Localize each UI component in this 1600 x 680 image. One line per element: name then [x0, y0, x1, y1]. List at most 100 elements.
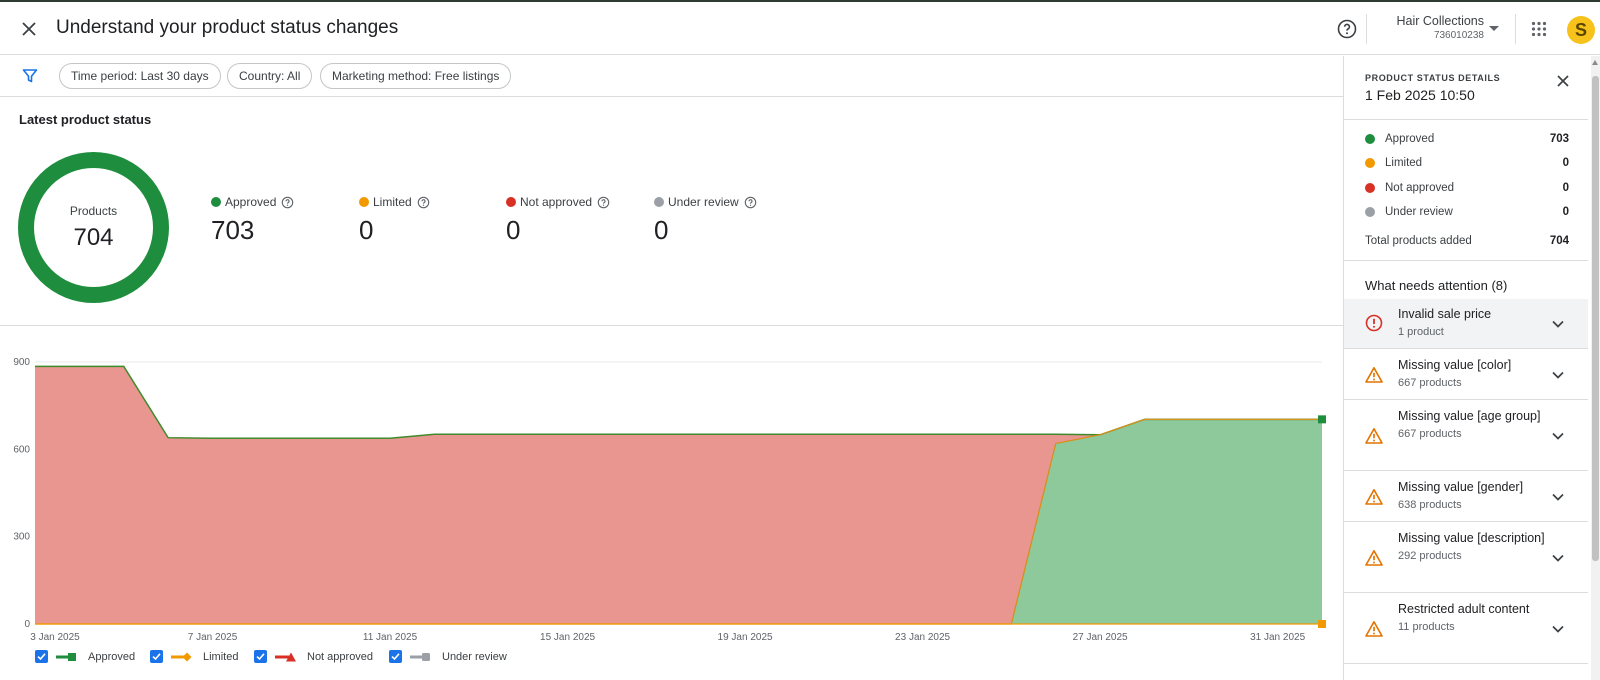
help-icon[interactable]: [744, 196, 757, 209]
status-history-chart: 0 300 600 900 3 Jan 2025 7 Jan 2025 11 Jan 202…: [0, 340, 1343, 640]
checkbox-icon[interactable]: [35, 650, 48, 663]
help-icon[interactable]: [1336, 18, 1358, 40]
checkbox-icon[interactable]: [389, 650, 402, 663]
y-tick-label: 0: [24, 619, 30, 630]
chevron-down-icon[interactable]: [1551, 368, 1565, 382]
legend-item-limited[interactable]: Limited: [150, 650, 238, 663]
header-divider: [1366, 14, 1367, 44]
panel-date: 1 Feb 2025 10:50: [1365, 87, 1475, 103]
filter-bar: Time period: Last 30 days Country: All M…: [0, 56, 1343, 97]
legend-label: Approved: [88, 650, 136, 663]
attention-title: What needs attention (8): [1365, 278, 1508, 293]
chart-svg: 0 300 600 900 3 Jan 2025 7 Jan 2025 11 Jan 202…: [13, 357, 1326, 640]
issue-title: Missing value [description]: [1398, 531, 1545, 545]
x-tick-label: 11 Jan 2025: [363, 632, 418, 640]
filter-icon[interactable]: [22, 68, 38, 84]
issue-count: 292 products: [1398, 550, 1462, 562]
stat-label: Under review: [668, 195, 739, 209]
panel-total: Total products added 704: [1365, 232, 1569, 250]
issue-missing-gender[interactable]: Missing value [gender] 638 products: [1344, 472, 1588, 522]
x-tick-label: 27 Jan 2025: [1073, 632, 1128, 640]
legend-item-not-approved[interactable]: Not approved: [254, 650, 373, 663]
caret-down-icon[interactable]: [1489, 26, 1499, 31]
filter-chip-time-period[interactable]: Time period: Last 30 days: [59, 63, 221, 89]
panel-scrollbar[interactable]: [1591, 56, 1600, 680]
stat-label: Limited: [373, 195, 412, 209]
donut-label: Products: [69, 203, 118, 218]
legend-item-under-review[interactable]: Under review: [389, 650, 507, 663]
panel-stat-label: Not approved: [1385, 182, 1455, 194]
approved-dot-icon: [1365, 134, 1375, 144]
issue-count: 11 products: [1398, 621, 1455, 633]
issue-restricted-adult-content[interactable]: Restricted adult content 11 products: [1344, 594, 1588, 664]
y-tick-label: 900: [13, 357, 30, 368]
close-icon[interactable]: [1554, 72, 1572, 90]
avatar[interactable]: S: [1567, 16, 1595, 44]
account-switcher[interactable]: Hair Collections 736010238: [1380, 14, 1484, 41]
panel-stat-count: 0: [1562, 157, 1569, 169]
warning-icon: [1365, 367, 1383, 383]
help-icon[interactable]: [597, 196, 610, 209]
panel-stat-label: Under review: [1385, 206, 1453, 218]
panel-stat-count: 703: [1549, 133, 1569, 145]
stat-value: 0: [359, 215, 374, 245]
issue-missing-description[interactable]: Missing value [description] 292 products: [1344, 523, 1588, 593]
panel-stat-count: 0: [1562, 206, 1569, 218]
chevron-down-icon[interactable]: [1551, 429, 1565, 443]
panel-total-label: Total products added: [1365, 235, 1472, 247]
under-review-dot-icon: [654, 197, 664, 207]
panel-stat-under-review: Under review 0: [1365, 203, 1569, 221]
filter-chip-country[interactable]: Country: All: [227, 63, 313, 89]
issue-count: 638 products: [1398, 499, 1462, 511]
issue-missing-color[interactable]: Missing value [color] 667 products: [1344, 350, 1588, 400]
stat-under-review: Under review 0: [654, 195, 757, 246]
under-review-dot-icon: [1365, 207, 1375, 217]
legend-item-approved[interactable]: Approved: [35, 650, 135, 663]
warning-icon: [1365, 621, 1383, 637]
chevron-down-icon[interactable]: [1551, 317, 1565, 331]
header-divider: [1515, 14, 1516, 44]
issue-count: 1 product: [1398, 326, 1444, 338]
apps-grid-icon[interactable]: [1531, 21, 1547, 37]
stat-approved: Approved 703: [211, 195, 294, 246]
issue-count: 667 products: [1398, 428, 1462, 440]
panel-stat-label: Limited: [1385, 157, 1423, 169]
diamond-marker-icon: [171, 652, 192, 661]
checkbox-icon[interactable]: [150, 650, 163, 663]
account-id: 736010238: [1433, 30, 1484, 41]
panel-kicker: PRODUCT STATUS DETAILS: [1365, 73, 1501, 83]
chevron-down-icon[interactable]: [1551, 551, 1565, 565]
chevron-down-icon[interactable]: [1551, 490, 1565, 504]
help-icon[interactable]: [281, 196, 294, 209]
stat-value: 0: [654, 215, 669, 245]
scroll-up-icon[interactable]: [1592, 60, 1598, 65]
x-tick-label: 19 Jan 2025: [718, 632, 773, 640]
stat-not-approved: Not approved 0: [506, 195, 610, 246]
checkbox-icon[interactable]: [254, 650, 267, 663]
stat-value: 0: [506, 215, 521, 245]
issue-missing-age-group[interactable]: Missing value [age group] 667 products: [1344, 401, 1588, 471]
square-marker-icon: [56, 652, 76, 661]
y-tick-label: 600: [13, 444, 30, 455]
close-icon[interactable]: [16, 16, 42, 42]
section-title: Latest product status: [19, 112, 152, 127]
donut-value: 704: [73, 223, 114, 251]
issue-title: Missing value [gender]: [1398, 480, 1524, 494]
stat-value: 703: [211, 215, 255, 245]
warning-icon: [1365, 550, 1383, 566]
not-approved-dot-icon: [1365, 183, 1375, 193]
stat-limited: Limited 0: [359, 195, 430, 246]
limited-dot-icon: [1365, 158, 1375, 168]
x-tick-label: 7 Jan 2025: [188, 632, 238, 640]
account-name: Hair Collections: [1396, 14, 1484, 28]
scrollbar-thumb[interactable]: [1592, 76, 1599, 561]
help-icon[interactable]: [417, 196, 430, 209]
approved-dot-icon: [211, 197, 221, 207]
panel-stat-approved: Approved 703: [1365, 130, 1569, 148]
filter-chip-marketing-method[interactable]: Marketing method: Free listings: [320, 63, 512, 89]
x-tick-label: 15 Jan 2025: [540, 632, 595, 640]
chevron-down-icon[interactable]: [1551, 622, 1565, 636]
limited-end-marker: [1318, 620, 1326, 628]
issue-invalid-sale-price[interactable]: Invalid sale price 1 product: [1344, 299, 1588, 349]
x-tick-label: 23 Jan 2025: [895, 632, 950, 640]
